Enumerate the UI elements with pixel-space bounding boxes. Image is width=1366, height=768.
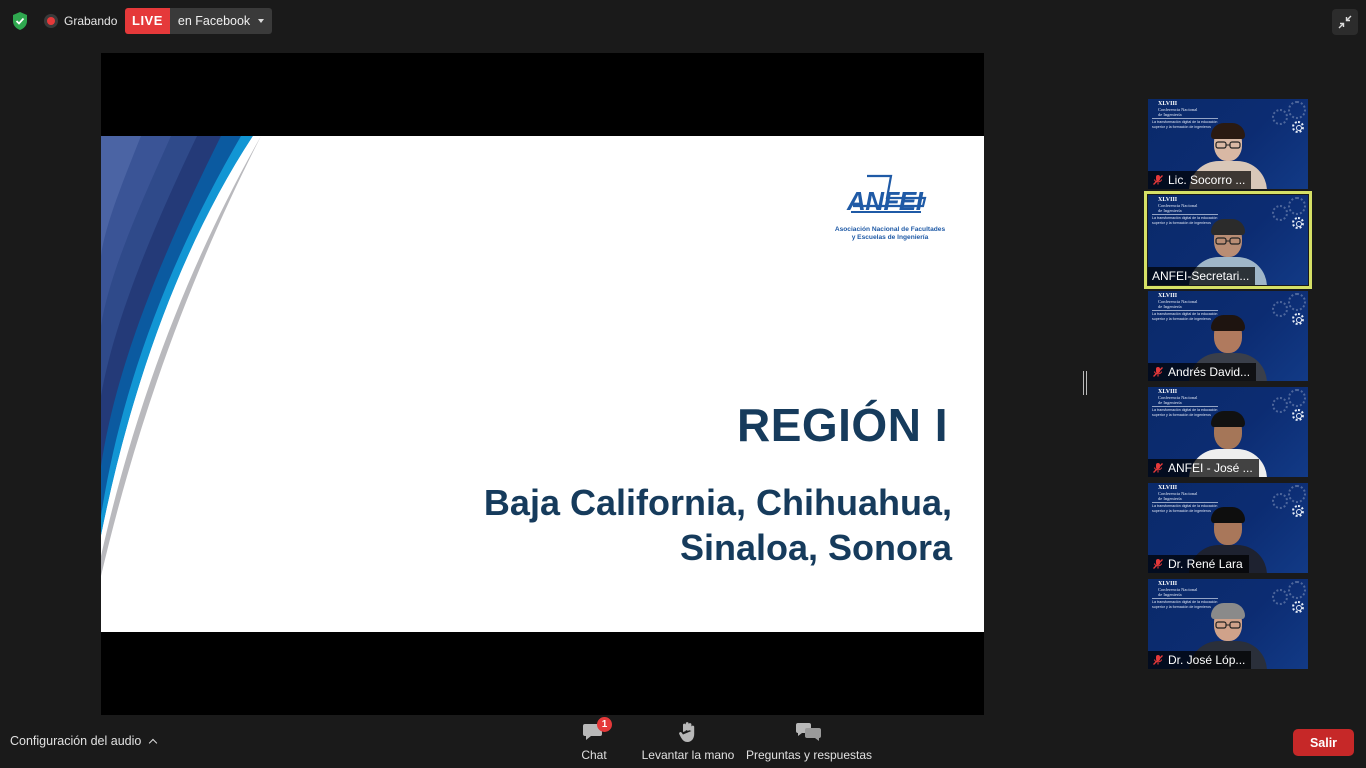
anfei-logo: ANFEI Asociación Nacional de Facultades …	[829, 172, 951, 242]
banner-divider	[1152, 118, 1218, 119]
gear-icon	[1288, 293, 1306, 311]
gear-icon	[1272, 397, 1288, 413]
participant-name-bar: Andrés David...	[1148, 363, 1257, 381]
bottom-toolbar: Configuración del audio 1 Chat Levantar …	[0, 717, 1366, 768]
qa-button[interactable]: Preguntas y respuestas	[745, 720, 873, 766]
slide-decoration	[101, 136, 261, 576]
chat-button[interactable]: 1 Chat	[578, 717, 612, 766]
participant-name: Dr. René Lara	[1168, 557, 1243, 571]
recording-label: Grabando	[64, 14, 118, 28]
banner-line-3: de Ingeniería	[1158, 496, 1182, 501]
shield-check-icon[interactable]	[11, 11, 29, 31]
chevron-up-icon	[149, 738, 158, 747]
recording-indicator[interactable]: Grabando	[44, 11, 117, 31]
gear-icon	[1292, 217, 1304, 229]
banner-line-3: de Ingeniería	[1158, 208, 1182, 213]
slide-states: Baja California, Chihuahua, Sinaloa, Son…	[484, 480, 952, 570]
top-bar: Grabando LIVE en Facebook	[0, 0, 1366, 42]
gear-icon	[1288, 581, 1306, 599]
banner-divider	[1152, 598, 1218, 599]
leave-button[interactable]: Salir	[1293, 729, 1354, 756]
chat-label: Chat	[581, 748, 607, 762]
gear-icon	[1292, 313, 1304, 325]
audio-settings-button[interactable]: Configuración del audio	[10, 734, 158, 748]
logo-subtitle-2: y Escuelas de Ingeniería	[851, 234, 929, 241]
banner-line-3: de Ingeniería	[1158, 400, 1182, 405]
participant-name-bar: ANFEI-Secretari...	[1148, 267, 1256, 285]
participant-tile[interactable]: XLVIII Conferencia Nacional de Ingenierí…	[1144, 191, 1312, 289]
participant-tile[interactable]: XLVIII Conferencia Nacional de Ingenierí…	[1148, 291, 1308, 381]
participant-name: Dr. José Lóp...	[1168, 653, 1246, 667]
participant-tile[interactable]: XLVIII Conferencia Nacional de Ingenierí…	[1148, 387, 1308, 477]
slide-title: REGIÓN I	[736, 399, 948, 451]
qa-label: Preguntas y respuestas	[745, 748, 873, 762]
banner-line-3: de Ingeniería	[1158, 592, 1182, 597]
gear-icon	[1272, 589, 1288, 605]
gear-icon	[1288, 389, 1306, 407]
participant-name-bar: ANFEI - José ...	[1148, 459, 1259, 477]
gear-icon	[1272, 301, 1288, 317]
chat-unread-badge: 1	[597, 717, 612, 732]
banner-line-3: de Ingeniería	[1158, 304, 1182, 309]
mic-muted-icon	[1153, 367, 1163, 377]
exit-fullscreen-button[interactable]	[1332, 9, 1358, 35]
participant-tile[interactable]: XLVIII Conferencia Nacional de Ingenierí…	[1148, 483, 1308, 573]
mic-muted-icon	[1153, 559, 1163, 569]
live-destination-label: en Facebook	[177, 14, 251, 28]
gear-icon	[1292, 601, 1304, 613]
participant-name: Lic. Socorro ...	[1168, 173, 1246, 187]
presentation-slide: ANFEI Asociación Nacional de Facultades …	[101, 136, 984, 632]
minimize-icon	[1338, 15, 1352, 29]
participant-name: ANFEI - José ...	[1168, 461, 1253, 475]
gear-icon	[1292, 121, 1304, 133]
resize-handle[interactable]	[1083, 371, 1087, 395]
live-badge: LIVE	[125, 8, 170, 34]
qa-icon	[796, 723, 821, 741]
audio-settings-label: Configuración del audio	[10, 734, 142, 748]
caret-down-icon	[258, 19, 265, 23]
gear-icon	[1288, 101, 1306, 119]
banner-divider	[1152, 214, 1218, 215]
live-stream-control[interactable]: LIVE en Facebook	[125, 8, 273, 34]
gear-icon	[1272, 493, 1288, 509]
participant-name: ANFEI-Secretari...	[1152, 269, 1250, 283]
participant-tile[interactable]: XLVIII Conferencia Nacional de Ingenierí…	[1148, 99, 1308, 189]
record-icon	[44, 14, 58, 28]
states-line-2: Sinaloa, Sonora	[679, 527, 952, 568]
gear-icon	[1272, 109, 1288, 125]
raise-hand-icon	[679, 722, 695, 742]
gear-icon	[1288, 197, 1306, 215]
gear-icon	[1288, 485, 1306, 503]
participant-name-bar: Dr. José Lóp...	[1148, 651, 1252, 669]
gear-icon	[1272, 205, 1288, 221]
states-line-1: Baja California, Chihuahua,	[483, 482, 952, 523]
participant-name-bar: Lic. Socorro ...	[1148, 171, 1252, 189]
gear-icon	[1292, 409, 1304, 421]
raise-hand-button[interactable]: Levantar la mano	[638, 720, 738, 766]
participant-tile[interactable]: XLVIII Conferencia Nacional de Ingenierí…	[1148, 579, 1308, 669]
mic-muted-icon	[1153, 463, 1163, 473]
participant-name-bar: Dr. René Lara	[1148, 555, 1249, 573]
mic-muted-icon	[1153, 175, 1163, 185]
gear-icon	[1292, 505, 1304, 517]
raise-hand-label: Levantar la mano	[641, 748, 735, 762]
logo-wordmark: ANFEI	[847, 186, 923, 216]
banner-divider	[1152, 310, 1218, 311]
participant-name: Andrés David...	[1168, 365, 1251, 379]
shared-screen[interactable]: ANFEI Asociación Nacional de Facultades …	[101, 53, 984, 715]
mic-muted-icon	[1153, 655, 1163, 665]
banner-divider	[1152, 502, 1218, 503]
logo-subtitle-1: Asociación Nacional de Facultades	[834, 226, 946, 233]
live-destination-dropdown[interactable]: en Facebook	[169, 8, 273, 34]
banner-line-3: de Ingeniería	[1158, 112, 1182, 117]
banner-divider	[1152, 406, 1218, 407]
